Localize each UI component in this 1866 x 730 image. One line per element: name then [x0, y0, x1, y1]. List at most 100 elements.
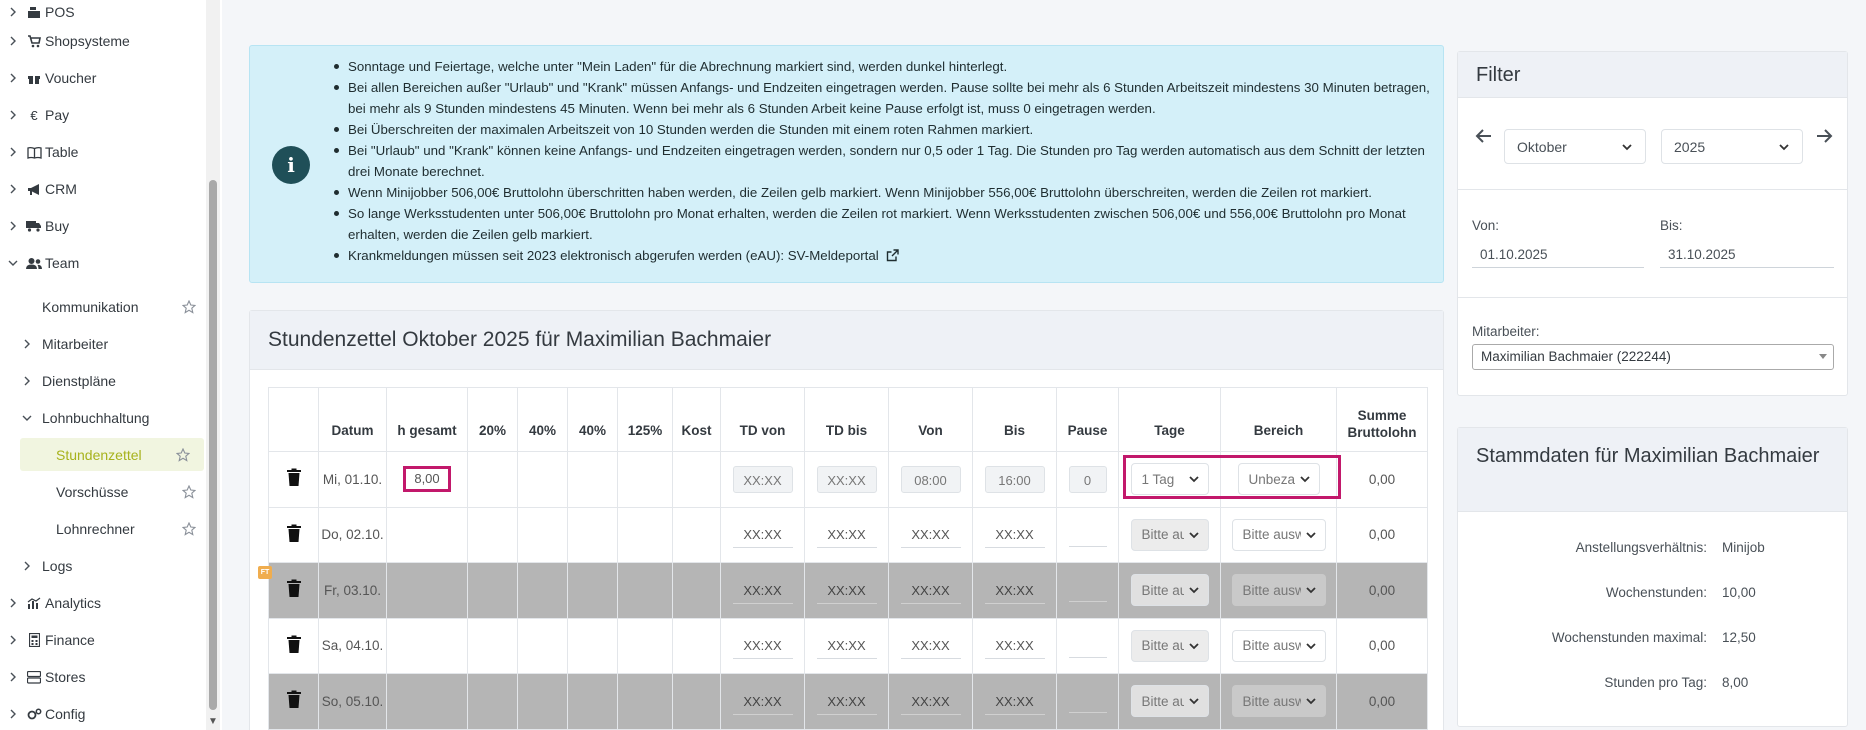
td-von-input[interactable]: XX:XX [732, 521, 793, 549]
bis-input[interactable]: XX:XX [984, 521, 1045, 549]
sidebar-item-crm[interactable]: CRM [0, 176, 210, 202]
bereich-select[interactable]: Unbezahlt [1237, 463, 1320, 496]
bis-input[interactable]: XX:XX [984, 688, 1045, 715]
sidebar-item-stundenzettel[interactable]: Stundenzettel [20, 438, 204, 471]
td-bis-input[interactable]: XX:XX [816, 688, 877, 715]
pause-input[interactable] [1068, 631, 1107, 658]
sidebar-item-kommunikation[interactable]: Kommunikation [0, 294, 210, 320]
timesheet-table: Datum h gesamt 20% 40% 40% 125% Kost TD … [268, 387, 1428, 730]
employee-select[interactable]: Maximilian Bachmaier (222244) [1472, 344, 1834, 370]
tage-select[interactable]: Bitte auswählen [1130, 518, 1209, 551]
sidebar-item-label: Pay [45, 107, 70, 123]
column-header: 20% [467, 387, 518, 452]
sidebar-item-dienstplaene[interactable]: Dienstpläne [0, 368, 210, 394]
td-bis-input[interactable]: XX:XX [816, 521, 877, 549]
arrow-left-icon[interactable] [1475, 127, 1493, 145]
sidebar-item-label: Shopsysteme [45, 33, 130, 49]
year-select[interactable]: 2025 [1661, 129, 1803, 164]
sidebar-item-label: CRM [45, 181, 77, 197]
sum-cell: 0,00 [1336, 562, 1428, 619]
chevron-down-icon [1299, 476, 1310, 483]
sidebar-item-stores[interactable]: Stores [0, 664, 210, 690]
stammdaten-label: Wochenstunden: [1605, 585, 1707, 600]
td-bis-input[interactable]: XX:XX [816, 577, 877, 604]
sidebar-item-label: Dienstpläne [42, 373, 116, 389]
sidebar-item-shopsysteme[interactable]: Shopsysteme [0, 28, 210, 54]
td-von-input[interactable]: XX:XX [732, 632, 793, 660]
trash-icon[interactable] [286, 468, 302, 487]
sidebar-item-buy[interactable]: Buy [0, 213, 210, 239]
sidebar-item-lohnbuchhaltung[interactable]: Lohnbuchhaltung [0, 405, 210, 431]
trash-icon[interactable] [286, 690, 302, 709]
bis-input[interactable]: 16:00 [984, 465, 1045, 493]
tage-select[interactable]: Bitte auswählen [1130, 685, 1209, 718]
td-bis-input[interactable]: XX:XX [816, 465, 877, 493]
star-icon[interactable] [181, 299, 197, 314]
bis-input[interactable]: XX:XX [984, 632, 1045, 660]
star-icon[interactable] [175, 447, 191, 462]
bis-date-field[interactable]: 31.10.2025 [1660, 242, 1834, 268]
employee-label: Mitarbeiter: [1472, 324, 1540, 339]
sidebar-item-mitarbeiter[interactable]: Mitarbeiter [0, 331, 210, 357]
star-icon[interactable] [181, 521, 197, 536]
column-header: Tage [1118, 387, 1221, 452]
sidebar-item-finance[interactable]: Finance [0, 627, 210, 653]
sidebar-scrollbar-thumb[interactable] [209, 180, 217, 710]
external-link-icon[interactable] [886, 247, 900, 262]
scroll-down-arrow-icon[interactable]: ▼ [207, 716, 219, 728]
month-select[interactable]: Oktober [1504, 129, 1646, 164]
tage-select[interactable]: 1 Tag [1130, 463, 1209, 496]
stammdaten-label: Anstellungsverhältnis: [1575, 540, 1707, 555]
info-bullet: Bei "Urlaub" und "Krank" können keine An… [330, 140, 1435, 182]
bereich-select[interactable]: Bitte auswählen [1231, 629, 1326, 662]
gift-icon [26, 70, 42, 86]
pause-input[interactable]: 0 [1068, 465, 1107, 493]
sidebar-item-label: Analytics [45, 595, 102, 611]
sidebar-item-config[interactable]: Config [0, 701, 210, 727]
von-input[interactable]: XX:XX [900, 632, 961, 660]
sidebar-item-lohnrechner[interactable]: Lohnrechner [0, 516, 210, 542]
bereich-select[interactable]: Bitte auswählen [1231, 518, 1326, 551]
star-icon[interactable] [181, 484, 197, 499]
tage-select[interactable]: Bitte auswählen [1130, 574, 1209, 607]
bis-input[interactable]: XX:XX [984, 577, 1045, 604]
sidebar-item-pos[interactable]: POS [0, 0, 210, 25]
pause-input[interactable] [1068, 686, 1107, 714]
sidebar-item-logs[interactable]: Logs [0, 553, 210, 579]
arrow-right-icon[interactable] [1815, 127, 1833, 145]
trash-icon[interactable] [286, 579, 302, 598]
filter-header: Filter [1458, 52, 1847, 98]
pause-input[interactable] [1068, 575, 1107, 603]
hours-total-field: 8,00 [403, 466, 451, 493]
sidebar-item-vorschuesse[interactable]: Vorschüsse [0, 479, 210, 505]
von-input[interactable]: XX:XX [900, 688, 961, 715]
sidebar-item-analytics[interactable]: Analytics [0, 590, 210, 616]
sidebar-item-voucher[interactable]: Voucher [0, 65, 210, 91]
von-input[interactable]: 08:00 [900, 465, 961, 493]
td-bis-input[interactable]: XX:XX [816, 632, 877, 660]
info-bullet: Krankmeldungen müssen seit 2023 elektron… [330, 245, 1435, 266]
von-input[interactable]: XX:XX [900, 577, 961, 604]
td-von-input[interactable]: XX:XX [732, 688, 793, 715]
td-von-input[interactable]: XX:XX [732, 577, 793, 604]
trash-icon[interactable] [286, 635, 302, 654]
von-input[interactable]: XX:XX [900, 521, 961, 549]
sidebar-item-table[interactable]: Table [0, 139, 210, 165]
sum-cell: 0,00 [1336, 451, 1428, 508]
info-alert: i Sonntage und Feiertage, welche unter "… [249, 45, 1444, 283]
sidebar-item-label: Lohnrechner [56, 521, 135, 537]
bereich-select[interactable]: Bitte auswählen [1231, 685, 1326, 718]
tage-select[interactable]: Bitte auswählen [1130, 629, 1209, 662]
sidebar-item-pay[interactable]: € Pay [0, 102, 210, 128]
sv-meldeportal-link[interactable]: SV-Meldeportal [788, 248, 879, 263]
pause-input[interactable] [1068, 520, 1107, 547]
von-date-field[interactable]: 01.10.2025 [1472, 242, 1644, 268]
sidebar-item-team[interactable]: Team [0, 250, 210, 276]
sum-cell: 0,00 [1336, 673, 1428, 730]
td-von-input[interactable]: XX:XX [732, 465, 793, 493]
trash-icon[interactable] [286, 524, 302, 543]
chevron-down-icon [1188, 587, 1199, 594]
column-header: 40% [517, 387, 568, 452]
column-header: Bis [972, 387, 1057, 452]
bereich-select[interactable]: Bitte auswählen [1231, 574, 1326, 607]
